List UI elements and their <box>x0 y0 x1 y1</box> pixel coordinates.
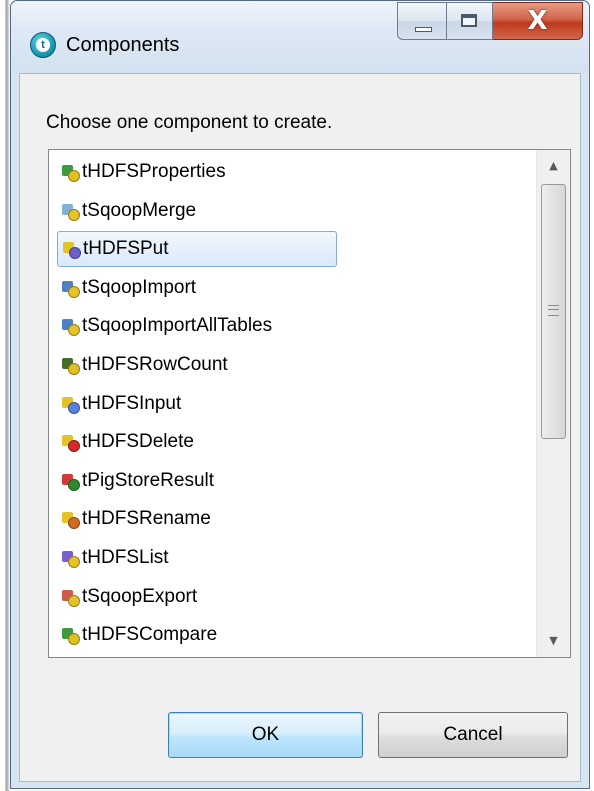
scroll-down-button[interactable]: ▼ <box>537 625 570 657</box>
cancel-button[interactable]: Cancel <box>378 712 568 758</box>
title-bar[interactable]: t Components X <box>11 1 589 73</box>
list-item-label: tHDFSRowCount <box>82 354 228 375</box>
list-item-label: tHDFSInput <box>82 392 182 414</box>
grip-icon <box>548 305 559 316</box>
component-list[interactable]: tHDFSProperties tSqoopMerge tHDFSPut tSqoop… <box>48 149 571 658</box>
hdfs-compare-icon <box>61 626 80 646</box>
list-item[interactable]: tHDFSInput <box>57 386 191 422</box>
list-item-label: tHDFSProperties <box>82 161 226 182</box>
list-item[interactable]: tHDFSPut <box>57 231 337 268</box>
vertical-scrollbar[interactable]: ▲ ▼ <box>536 150 570 657</box>
list-item-label: tSqoopExport <box>82 585 198 607</box>
list-item[interactable]: tHDFSProperties <box>57 154 236 190</box>
list-item-label: tSqoopMerge <box>82 199 197 221</box>
hdfs-list-icon <box>61 549 80 568</box>
maximize-icon <box>461 14 477 27</box>
close-button[interactable]: X <box>493 2 583 40</box>
list-item[interactable]: tHDFSRename <box>57 501 221 537</box>
list-item[interactable]: tHDFSDelete <box>57 424 204 460</box>
list-item-label: tSqoopImportAllTables <box>82 315 273 337</box>
list-item-label: tHDFSRename <box>82 508 211 530</box>
close-icon: X <box>527 6 548 36</box>
list-item[interactable]: tSqoopMerge <box>57 193 206 229</box>
hdfs-input-icon <box>61 395 80 414</box>
list-item-label: tHDFSCompare <box>82 624 218 646</box>
sqoop-merge-icon <box>61 202 80 221</box>
sqoop-import-icon <box>61 279 80 298</box>
list-item-label: tHDFSList <box>82 547 169 568</box>
minimize-button[interactable] <box>397 2 447 40</box>
scroll-up-button[interactable]: ▲ <box>537 150 570 182</box>
dialog-client-area: Choose one component to create. tHDFSPro… <box>19 73 581 782</box>
list-item[interactable]: tSqoopImport <box>57 270 206 306</box>
list-item-label: tSqoopImport <box>82 276 197 298</box>
chevron-down-icon: ▼ <box>549 634 558 647</box>
list-item[interactable]: tSqoopImportAllTables <box>57 308 282 344</box>
sqoop-import-all-tables-icon <box>61 317 80 337</box>
hdfs-row-count-icon <box>61 356 80 375</box>
list-item[interactable]: tHDFSRowCount <box>57 347 238 383</box>
hdfs-delete-icon <box>61 433 80 453</box>
maximize-button[interactable] <box>447 2 493 40</box>
list-item[interactable]: tHDFSList <box>57 540 179 576</box>
list-item[interactable]: tHDFSCompare <box>57 617 227 653</box>
minimize-icon <box>415 27 432 32</box>
ok-button[interactable]: OK <box>168 712 363 758</box>
sqoop-export-icon <box>61 588 80 607</box>
caption-buttons: X <box>397 2 583 40</box>
list-item[interactable]: tPigStoreResult <box>57 463 224 499</box>
hdfs-put-icon <box>62 240 81 260</box>
background-window-edge <box>0 0 10 791</box>
window-title: Components <box>66 34 180 56</box>
talend-t-icon: t <box>30 32 56 58</box>
list-item-label: tPigStoreResult <box>82 469 215 491</box>
list-item-label: tHDFSDelete <box>82 431 194 453</box>
hdfs-properties-icon <box>61 163 80 182</box>
components-dialog: t Components X Choose one component to c… <box>10 0 590 789</box>
scroll-thumb[interactable] <box>541 184 566 439</box>
list-item[interactable]: tSqoopExport <box>57 579 207 615</box>
pig-store-result-icon <box>61 472 80 491</box>
hdfs-rename-icon <box>61 510 80 530</box>
dialog-prompt: Choose one component to create. <box>46 112 333 133</box>
chevron-up-icon: ▲ <box>549 159 558 172</box>
list-item-label: tHDFSPut <box>83 238 169 260</box>
